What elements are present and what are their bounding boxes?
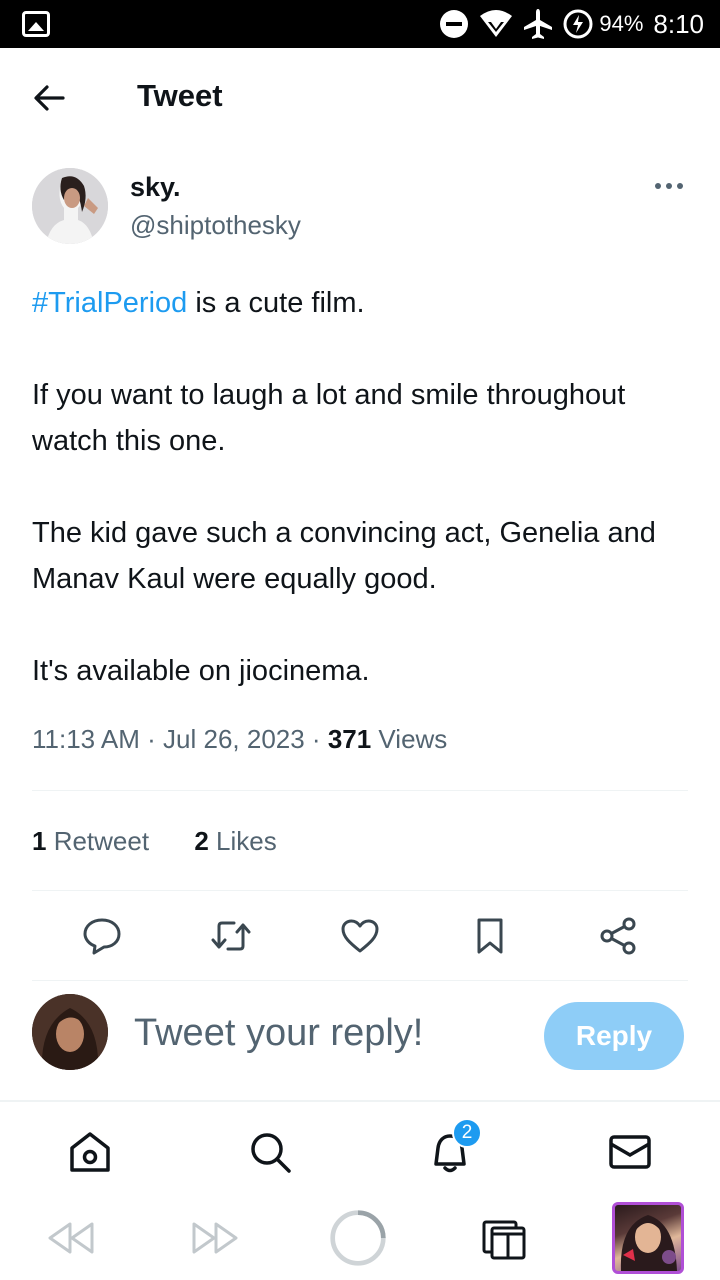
tab-messages[interactable]	[606, 1128, 654, 1176]
back-button[interactable]	[30, 78, 70, 118]
arrow-left-icon	[34, 85, 65, 111]
retweets-label: Retweet	[46, 826, 150, 856]
notifications-badge: 2	[452, 1118, 482, 1148]
tweet-timestamp[interactable]: 11:13 AM · Jul 26, 2023 ·	[32, 724, 328, 754]
divider	[32, 790, 688, 791]
tweet-actions	[80, 914, 640, 958]
tab-search[interactable]	[246, 1128, 294, 1176]
more-icon	[655, 183, 683, 189]
my-avatar	[32, 994, 108, 1070]
retweets-count: 1	[32, 826, 47, 856]
tabs-icon	[482, 1220, 526, 1260]
author-avatar[interactable]	[32, 168, 108, 244]
share-button[interactable]	[596, 914, 640, 958]
fast-forward-icon	[192, 1222, 238, 1254]
bookmark-button[interactable]	[468, 914, 512, 958]
likes-count: 2	[194, 826, 209, 856]
reply-composer: Reply	[0, 984, 720, 1094]
tweet-text-segment: is a cute film.	[187, 287, 365, 319]
page-title: Tweet	[137, 78, 223, 113]
share-icon	[600, 917, 636, 955]
tweet-author: sky. @shiptothesky	[32, 168, 688, 248]
do-not-disturb-icon	[439, 9, 469, 39]
like-button[interactable]	[338, 914, 382, 958]
reply-icon	[83, 918, 121, 955]
clock: 8:10	[653, 8, 704, 39]
browser-bar	[0, 1196, 720, 1280]
rewind-icon	[48, 1222, 94, 1254]
retweets-stat[interactable]: 1 Retweet	[32, 826, 149, 856]
reply-input[interactable]	[134, 1008, 524, 1058]
top-bar: Tweet	[0, 48, 720, 146]
loading-indicator	[328, 1206, 388, 1270]
battery-charging-icon	[563, 9, 593, 39]
more-options-button[interactable]	[652, 174, 686, 198]
divider	[32, 980, 688, 981]
tabs-button[interactable]	[474, 1206, 534, 1270]
bottom-tab-bar	[0, 1100, 720, 1196]
likes-stat[interactable]: 2 Likes	[194, 826, 276, 856]
fast-forward-button[interactable]	[186, 1206, 246, 1270]
tweet-meta: 11:13 AM · Jul 26, 2023 · 371 Views	[32, 724, 447, 755]
tweet-stats: 1 Retweet 2 Likes	[32, 826, 315, 857]
loading-icon	[330, 1210, 386, 1266]
home-icon	[70, 1132, 110, 1172]
divider	[32, 890, 688, 891]
tweet-paragraph: The kid gave such a convincing act, Gene…	[32, 517, 656, 595]
views-count: 371	[327, 724, 372, 754]
like-icon	[341, 919, 379, 953]
profile-thumbnail[interactable]	[612, 1202, 684, 1274]
gallery-icon	[22, 11, 50, 37]
retweet-button[interactable]	[209, 914, 253, 958]
reply-submit-button[interactable]: Reply	[544, 1002, 684, 1070]
rewind-button[interactable]	[40, 1206, 100, 1270]
tweet-paragraph: If you want to laugh a lot and smile thr…	[32, 379, 626, 457]
status-bar: 94% 8:10	[0, 0, 720, 48]
author-handle[interactable]: @shiptothesky	[130, 210, 301, 241]
views-label: Views	[371, 724, 448, 754]
retweet-icon	[211, 921, 251, 951]
hashtag-link[interactable]: #TrialPeriod	[32, 287, 187, 319]
bookmark-icon	[477, 918, 503, 954]
likes-label: Likes	[208, 826, 277, 856]
wifi-icon	[479, 10, 513, 38]
tab-home[interactable]	[66, 1128, 114, 1176]
search-icon	[251, 1133, 291, 1173]
tweet-paragraph: It's available on jiocinema.	[32, 655, 370, 687]
author-name[interactable]: sky.	[130, 172, 181, 203]
reply-button[interactable]	[80, 914, 124, 958]
tweet-paragraph: #TrialPeriod is a cute film.	[32, 280, 692, 326]
airplane-mode-icon	[523, 8, 553, 40]
messages-icon	[609, 1135, 651, 1169]
tweet-text: #TrialPeriod is a cute film. If you want…	[32, 280, 692, 740]
battery-percent: 94%	[599, 11, 644, 36]
